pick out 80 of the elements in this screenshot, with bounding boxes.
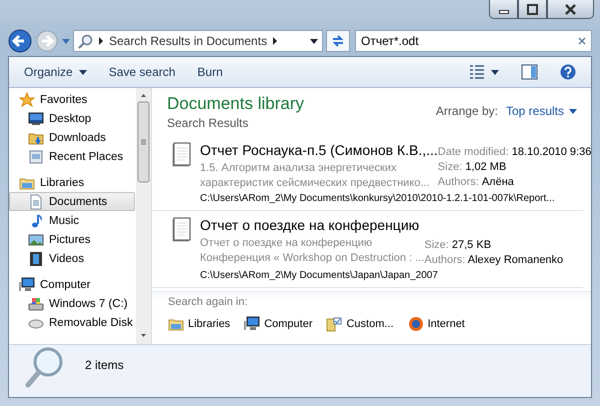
computer-icon <box>244 316 260 332</box>
film-icon <box>28 250 44 266</box>
meta-label: Size: <box>438 161 462 173</box>
folder-icon <box>326 316 342 332</box>
meta-value: 1,02 MB <box>465 161 506 173</box>
toolbar-button[interactable]: Organize <box>15 61 96 83</box>
sidebar-group[interactable]: Libraries <box>9 173 135 192</box>
file-name[interactable]: Отчет о поездке на конференцию <box>200 217 424 233</box>
search-location-link[interactable]: Internet <box>408 316 465 332</box>
sidebar-group[interactable]: Computer <box>9 275 135 294</box>
meta-value: 18.10.2010 9:36 <box>512 146 592 158</box>
scrollbar[interactable] <box>136 88 151 344</box>
meta-value: 27,5 KB <box>452 239 492 251</box>
refresh-button[interactable] <box>326 30 350 52</box>
toolbar-button[interactable]: Burn <box>188 61 232 83</box>
caret-icon <box>310 38 318 44</box>
file-snippet: Конференция « Workshop on Destruction : ... <box>200 251 424 266</box>
document-icon <box>172 217 192 243</box>
star-icon <box>19 92 35 108</box>
file-path: C:\Users\ARom_2\My Documents\konkursy\2010\2010-1.2.1-101-007k\Report... <box>200 193 556 204</box>
chevron-icon <box>273 37 278 45</box>
arrange-label: Arrange by: <box>436 104 498 118</box>
file-snippet: характеристик сейсмических предвестнико... <box>200 176 431 191</box>
sidebar-item[interactable]: Removable Disk <box>9 313 135 332</box>
sidebar-item[interactable]: Downloads <box>9 128 135 147</box>
file-path: C:\Users\ARom_2\My Documents\Japan\Japan_2007 <box>200 270 439 281</box>
folder-icon <box>28 148 44 164</box>
search-location-link[interactable]: Computer <box>244 316 312 332</box>
meta-value: Alexey Romanenko <box>468 254 564 266</box>
sidebar-item[interactable]: Music <box>9 211 135 230</box>
meta-label: Authors: <box>438 176 479 188</box>
minimize-button[interactable] <box>489 0 518 19</box>
clear-icon[interactable] <box>578 37 586 45</box>
breadcrumb[interactable]: Search Results in Documents <box>109 34 268 48</box>
document-icon <box>172 142 192 168</box>
refresh-icon <box>330 33 346 49</box>
meta-label: Size: <box>424 239 449 251</box>
chevron-icon <box>99 37 103 45</box>
address-bar[interactable]: Search Results in Documents <box>73 30 323 52</box>
sidebar-item[interactable]: Windows 7 (C:) <box>9 294 135 313</box>
back-button[interactable] <box>8 29 32 53</box>
sidebar-item[interactable]: Recent Places <box>9 147 135 166</box>
search-location-link[interactable]: Custom... <box>326 316 394 332</box>
search-icon <box>78 34 93 48</box>
sidebar-item[interactable]: Documents <box>9 192 135 211</box>
file-snippet: Отчет о поездке на конференцию <box>200 236 374 251</box>
monitor-icon <box>28 110 44 126</box>
library-subtitle: Search Results <box>167 116 250 130</box>
meta-value: Алёна <box>482 176 514 188</box>
sidebar-item[interactable]: Videos <box>9 249 135 268</box>
help-icon <box>560 64 576 80</box>
caret-icon <box>491 70 499 74</box>
maximize-button[interactable] <box>518 0 547 19</box>
caret-icon <box>569 108 577 114</box>
sidebar-item[interactable]: Desktop <box>9 109 135 128</box>
library-title: Documents library <box>167 94 305 114</box>
close-button[interactable] <box>547 0 594 19</box>
document-icon <box>28 194 44 210</box>
file-name[interactable]: Отчет Роснаука-п.5 (Симонов К.В.,... <box>200 142 438 158</box>
close-icon <box>565 4 576 14</box>
picture-icon <box>28 232 44 248</box>
search-field[interactable]: Отчет*.odt <box>355 30 592 52</box>
meta-label: Date modified: <box>438 146 509 158</box>
minimize-icon <box>498 10 508 14</box>
file-snippet: 1.5. Алгоритм анализа энергетических <box>200 161 398 176</box>
computer-icon <box>19 276 35 292</box>
arrange-dropdown[interactable]: Top results <box>506 104 577 118</box>
sidebar-item[interactable]: Pictures <box>9 230 135 249</box>
list-view-icon <box>469 64 485 80</box>
drive-icon <box>28 296 44 312</box>
search-again-label: Search again in: <box>168 296 248 308</box>
globe-icon <box>408 316 424 332</box>
sidebar-group[interactable]: Favorites <box>9 90 135 109</box>
toolbar-button[interactable]: Save search <box>100 61 184 83</box>
search-location-link[interactable]: Libraries <box>168 316 230 332</box>
maximize-icon <box>527 4 538 14</box>
item-count: 2 items <box>85 358 124 372</box>
caret-icon[interactable] <box>62 38 70 44</box>
pane-icon <box>521 64 538 80</box>
meta-label: Authors: <box>424 254 466 266</box>
